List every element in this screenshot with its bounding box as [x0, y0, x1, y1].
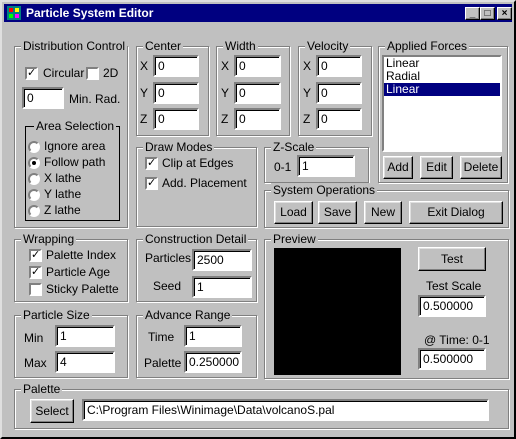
center-x-label: X: [140, 59, 149, 73]
save-button[interactable]: Save: [318, 201, 357, 224]
distribution-control-legend: Distribution Control: [21, 39, 128, 53]
advance-time-input[interactable]: 1: [184, 325, 242, 347]
z-lathe-radio[interactable]: [28, 205, 40, 217]
min-rad-input[interactable]: 0: [22, 87, 64, 109]
palette-index-label: Palette Index: [46, 248, 117, 262]
add-placement-checkbox[interactable]: ✓: [145, 177, 158, 190]
velocity-legend: Velocity: [305, 39, 351, 53]
follow-path-radio[interactable]: [28, 157, 40, 169]
sticky-palette-label: Sticky Palette: [46, 282, 119, 296]
preview-legend: Preview: [271, 232, 318, 246]
edit-force-button[interactable]: Edit: [420, 156, 453, 179]
z-lathe-label: Z lathe: [44, 203, 81, 217]
min-size-label: Min: [24, 331, 44, 345]
select-palette-button[interactable]: Select: [30, 399, 74, 423]
2d-checkbox[interactable]: [86, 67, 99, 80]
app-icon: [7, 6, 21, 20]
close-button[interactable]: ×: [497, 7, 512, 20]
x-lathe-radio[interactable]: [28, 173, 40, 185]
area-selection-legend: Area Selection: [34, 119, 117, 133]
seed-input[interactable]: 1: [192, 276, 252, 298]
ignore-area-label: Ignore area: [44, 139, 106, 153]
palette-index-checkbox[interactable]: ✓: [29, 249, 42, 262]
advance-range-legend: Advance Range: [143, 308, 233, 322]
x-lathe-label: X lathe: [44, 171, 82, 185]
exit-dialog-button[interactable]: Exit Dialog: [409, 201, 503, 224]
particle-age-checkbox[interactable]: ✓: [29, 266, 42, 279]
test-scale-label: Test Scale: [426, 279, 482, 293]
test-button[interactable]: Test: [418, 247, 486, 271]
particles-input[interactable]: 2500: [192, 249, 252, 271]
2d-label: 2D: [103, 66, 119, 80]
width-y-label: Y: [221, 86, 230, 100]
time-input[interactable]: 0.500000: [418, 348, 486, 370]
particle-size-legend: Particle Size: [21, 308, 92, 322]
window-title: Particle System Editor: [26, 6, 154, 20]
velocity-z-label: Z: [303, 112, 311, 126]
draw-modes-legend: Draw Modes: [143, 140, 215, 154]
min-rad-label: Min. Rad.: [69, 92, 121, 106]
advance-time-label: Time: [148, 330, 175, 344]
center-y-input[interactable]: 0: [153, 82, 199, 104]
add-placement-label: Add. Placement: [162, 176, 247, 190]
max-size-label: Max: [24, 356, 47, 370]
velocity-x-label: X: [303, 59, 312, 73]
maximize-button[interactable]: □: [480, 7, 495, 20]
clip-at-edges-checkbox[interactable]: ✓: [145, 157, 158, 170]
load-button[interactable]: Load: [274, 201, 313, 224]
particle-system-editor-window: Particle System Editor _ □ × Distributio…: [0, 0, 516, 439]
sticky-palette-checkbox[interactable]: [29, 283, 42, 296]
add-force-button[interactable]: Add: [383, 156, 413, 179]
center-legend: Center: [143, 39, 184, 53]
velocity-y-input[interactable]: 0: [316, 82, 362, 104]
width-legend: Width: [223, 39, 258, 53]
particles-label: Particles: [145, 251, 192, 265]
construction-detail-legend: Construction Detail: [143, 232, 249, 246]
center-z-label: Z: [140, 112, 148, 126]
applied-forces-legend: Applied Forces: [385, 39, 470, 53]
center-z-input[interactable]: 0: [153, 108, 199, 130]
y-lathe-label: Y lathe: [44, 187, 82, 201]
forces-list[interactable]: Linear Radial Linear: [382, 55, 502, 152]
new-button[interactable]: New: [364, 201, 402, 224]
advance-palette-label: Palette: [144, 356, 182, 370]
particle-age-label: Particle Age: [46, 265, 111, 279]
time-label: @ Time: 0-1: [424, 333, 490, 347]
min-size-input[interactable]: 1: [55, 325, 115, 347]
circular-label: Circular: [43, 66, 85, 80]
palette-path-input[interactable]: C:\Program Files\Winimage\Data\volcanoS.…: [82, 399, 489, 421]
clip-at-edges-label: Clip at Edges: [162, 156, 234, 170]
velocity-x-input[interactable]: 0: [316, 55, 362, 77]
velocity-y-label: Y: [303, 86, 312, 100]
wrapping-legend: Wrapping: [21, 232, 77, 246]
width-z-label: Z: [221, 112, 229, 126]
preview-canvas[interactable]: [274, 248, 401, 375]
width-x-label: X: [221, 59, 230, 73]
z-scale-legend: Z-Scale: [271, 140, 317, 154]
width-z-input[interactable]: 0: [234, 108, 281, 130]
center-x-input[interactable]: 0: [153, 55, 199, 77]
title-bar[interactable]: Particle System Editor _ □ ×: [4, 4, 512, 22]
ignore-area-radio[interactable]: [28, 141, 40, 153]
delete-force-button[interactable]: Delete: [460, 156, 502, 179]
palette-legend: Palette: [21, 382, 63, 396]
list-item[interactable]: Linear: [384, 83, 500, 96]
z-scale-input[interactable]: 1: [297, 155, 355, 177]
center-y-label: Y: [140, 86, 149, 100]
seed-label: Seed: [153, 279, 182, 293]
circular-checkbox[interactable]: ✓: [25, 67, 38, 80]
minimize-button[interactable]: _: [465, 7, 480, 20]
velocity-z-input[interactable]: 0: [316, 108, 362, 130]
max-size-input[interactable]: 4: [55, 351, 115, 373]
advance-palette-input[interactable]: 0.250000: [184, 351, 242, 373]
z-scale-range-label: 0-1: [274, 160, 292, 174]
system-operations-legend: System Operations: [271, 183, 378, 197]
width-x-input[interactable]: 0: [234, 55, 281, 77]
test-scale-input[interactable]: 0.500000: [418, 295, 486, 317]
follow-path-label: Follow path: [44, 155, 106, 169]
y-lathe-radio[interactable]: [28, 189, 40, 201]
width-y-input[interactable]: 0: [234, 82, 281, 104]
